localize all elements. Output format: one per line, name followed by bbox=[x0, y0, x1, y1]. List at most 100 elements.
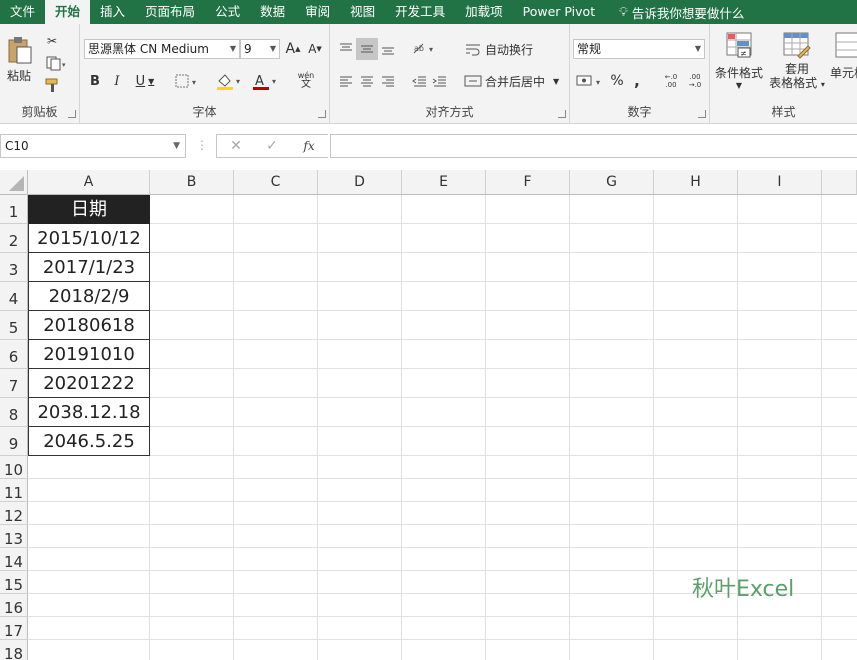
column-header-C[interactable]: C bbox=[234, 170, 318, 195]
paste-button[interactable]: 粘贴 bbox=[4, 32, 34, 86]
tell-me-search[interactable]: 💡︎ 告诉我你想要做什么 bbox=[605, 3, 744, 22]
tab-0[interactable]: 文件 bbox=[0, 0, 45, 24]
tab-4[interactable]: 公式 bbox=[205, 0, 250, 24]
font-name-select[interactable]: 思源黑体 CN Medium ▼ bbox=[84, 39, 240, 59]
column-header-partial[interactable] bbox=[822, 170, 857, 195]
row-header-16[interactable]: 16 bbox=[0, 594, 28, 617]
select-all-button[interactable] bbox=[0, 170, 28, 195]
increase-decimal-button[interactable]: ←.0 .00 bbox=[660, 70, 682, 92]
tab-5[interactable]: 数据 bbox=[250, 0, 295, 24]
decrease-decimal-button[interactable]: .00 →.0 bbox=[684, 70, 706, 92]
cell-A2[interactable]: 2015/10/12 bbox=[28, 224, 150, 253]
row-header-11[interactable]: 11 bbox=[0, 479, 28, 502]
number-format-select[interactable]: 常规 ▼ bbox=[573, 39, 705, 59]
cell-A6[interactable]: 20191010 bbox=[28, 340, 150, 369]
cell-styles-button[interactable]: 单元格 bbox=[828, 30, 857, 100]
tab-9[interactable]: 加载项 bbox=[455, 0, 513, 24]
column-header-A[interactable]: A bbox=[28, 170, 150, 195]
underline-button[interactable]: U ▼ bbox=[130, 71, 160, 91]
number-launcher-icon[interactable] bbox=[698, 110, 706, 118]
cell-A7[interactable]: 20201222 bbox=[28, 369, 150, 398]
font-color-button[interactable]: A ▾ bbox=[250, 71, 282, 91]
column-header-G[interactable]: G bbox=[570, 170, 654, 195]
row-header-6[interactable]: 6 bbox=[0, 340, 28, 369]
formula-bar-splitter[interactable]: ⋮ bbox=[196, 138, 208, 152]
copy-icon[interactable]: ▾ bbox=[42, 54, 70, 72]
column-header-I[interactable]: I bbox=[738, 170, 822, 195]
align-middle-icon[interactable] bbox=[356, 38, 378, 60]
orientation-icon[interactable]: ab ▾ bbox=[410, 38, 440, 60]
ribbon: 粘贴 ✂ ▾ 剪贴板 思源黑体 CN Medium ▼ 9 ▼ A ▲ A ▼ B I … bbox=[0, 24, 857, 124]
row-header-15[interactable]: 15 bbox=[0, 571, 28, 594]
tab-2[interactable]: 插入 bbox=[90, 0, 135, 24]
align-center-icon[interactable] bbox=[356, 70, 378, 92]
cell-A9[interactable]: 2046.5.25 bbox=[28, 427, 150, 456]
formula-input[interactable] bbox=[330, 134, 857, 158]
borders-button[interactable]: ▾ bbox=[172, 71, 202, 91]
row-header-10[interactable]: 10 bbox=[0, 456, 28, 479]
grow-font-button[interactable]: A ▲ bbox=[284, 39, 302, 59]
tab-3[interactable]: 页面布局 bbox=[135, 0, 205, 24]
gridline-horizontal bbox=[28, 639, 857, 640]
select-all-icon bbox=[9, 176, 24, 191]
row-header-18[interactable]: 18 bbox=[0, 640, 28, 660]
cell-A1[interactable]: 日期 bbox=[28, 195, 150, 224]
cell-A8[interactable]: 2038.12.18 bbox=[28, 398, 150, 427]
increase-indent-icon[interactable] bbox=[430, 70, 450, 92]
column-header-H[interactable]: H bbox=[654, 170, 738, 195]
tab-6[interactable]: 审阅 bbox=[295, 0, 340, 24]
font-launcher-icon[interactable] bbox=[318, 110, 326, 118]
alignment-launcher-icon[interactable] bbox=[558, 110, 566, 118]
insert-function-button[interactable]: fx bbox=[298, 136, 320, 156]
decrease-indent-icon[interactable] bbox=[410, 70, 430, 92]
name-box[interactable]: C10 ▼ bbox=[0, 134, 186, 158]
row-header-9[interactable]: 9 bbox=[0, 427, 28, 456]
bold-button[interactable]: B bbox=[86, 71, 104, 91]
format-painter-icon[interactable] bbox=[42, 76, 62, 94]
cancel-entry-button[interactable]: ✕ bbox=[226, 136, 246, 156]
cell-A5[interactable]: 20180618 bbox=[28, 311, 150, 340]
row-header-4[interactable]: 4 bbox=[0, 282, 28, 311]
gridline-horizontal bbox=[28, 501, 857, 502]
align-top-icon[interactable] bbox=[336, 38, 356, 60]
row-header-2[interactable]: 2 bbox=[0, 224, 28, 253]
percent-button[interactable]: % bbox=[608, 70, 626, 92]
cut-icon[interactable]: ✂ bbox=[42, 32, 62, 50]
tab-10[interactable]: Power Pivot bbox=[513, 0, 605, 24]
row-header-3[interactable]: 3 bbox=[0, 253, 28, 282]
row-header-7[interactable]: 7 bbox=[0, 369, 28, 398]
row-header-17[interactable]: 17 bbox=[0, 617, 28, 640]
column-header-D[interactable]: D bbox=[318, 170, 402, 195]
confirm-entry-button[interactable]: ✓ bbox=[262, 136, 282, 156]
column-header-F[interactable]: F bbox=[486, 170, 570, 195]
align-left-icon[interactable] bbox=[336, 70, 356, 92]
row-header-13[interactable]: 13 bbox=[0, 525, 28, 548]
comma-style-button[interactable]: , bbox=[628, 70, 646, 92]
shrink-font-button[interactable]: A ▼ bbox=[306, 39, 324, 59]
gridline-horizontal bbox=[28, 252, 857, 253]
conditional-format-button[interactable]: ≠ 条件格式 ▼ bbox=[712, 30, 766, 100]
accounting-format-icon[interactable]: ▾ bbox=[574, 70, 606, 92]
align-right-icon[interactable] bbox=[378, 70, 398, 92]
column-header-B[interactable]: B bbox=[150, 170, 234, 195]
tab-8[interactable]: 开发工具 bbox=[385, 0, 455, 24]
row-header-8[interactable]: 8 bbox=[0, 398, 28, 427]
wrap-text-button[interactable]: 自动换行 bbox=[464, 38, 540, 60]
merge-center-button[interactable]: 合并后居中 ▼ bbox=[464, 70, 560, 92]
format-as-table-button[interactable]: 套用 表格格式 ▾ bbox=[768, 30, 826, 110]
row-header-1[interactable]: 1 bbox=[0, 195, 28, 224]
clipboard-launcher-icon[interactable] bbox=[68, 110, 76, 118]
row-header-14[interactable]: 14 bbox=[0, 548, 28, 571]
row-header-5[interactable]: 5 bbox=[0, 311, 28, 340]
phonetic-button[interactable]: wén 文 bbox=[290, 68, 322, 92]
align-bottom-icon[interactable] bbox=[378, 38, 398, 60]
column-header-E[interactable]: E bbox=[402, 170, 486, 195]
cell-A3[interactable]: 2017/1/23 bbox=[28, 253, 150, 282]
tab-1[interactable]: 开始 bbox=[45, 0, 91, 24]
tab-7[interactable]: 视图 bbox=[340, 0, 385, 24]
cell-A4[interactable]: 2018/2/9 bbox=[28, 282, 150, 311]
italic-button[interactable]: I bbox=[108, 71, 126, 91]
row-header-12[interactable]: 12 bbox=[0, 502, 28, 525]
fill-color-button[interactable]: ▾ bbox=[214, 71, 246, 91]
font-size-select[interactable]: 9 ▼ bbox=[240, 39, 280, 59]
